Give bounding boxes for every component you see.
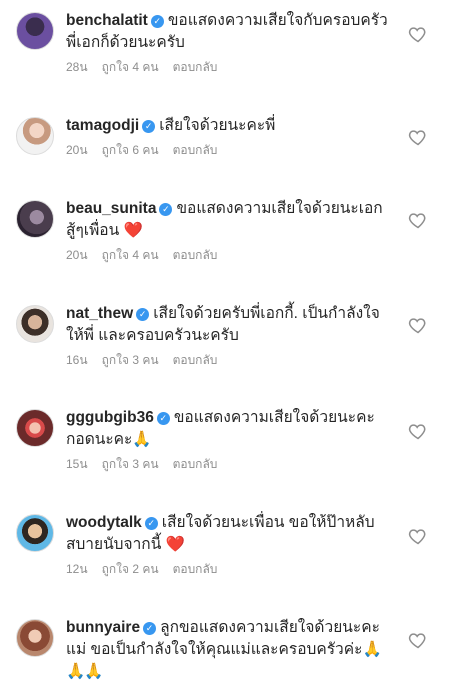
verified-badge-icon: ✓: [144, 517, 158, 530]
comment-likes[interactable]: ถูกใจ 4 คน: [102, 247, 159, 263]
verified-badge-icon: ✓: [143, 622, 157, 635]
verified-badge-icon: ✓: [156, 412, 170, 425]
like-heart-icon[interactable]: [408, 421, 430, 443]
comment-username[interactable]: woodytalk: [66, 514, 142, 531]
praying-hands-emoji-icon: 🙏: [132, 431, 151, 448]
verified-badge-icon: ✓: [150, 15, 164, 28]
comment-time: 28น: [66, 60, 88, 74]
comment-time: 20น: [66, 143, 88, 157]
like-heart-icon[interactable]: [408, 24, 430, 46]
comments-list: benchalatit ✓ ขอแสดงความเสียใจกับครอบครัวพ…: [0, 0, 452, 696]
comment-time: 12น: [66, 562, 88, 576]
avatar[interactable]: [16, 12, 54, 50]
comment-time: 16น: [66, 353, 88, 367]
comment-username[interactable]: tamagodji: [66, 117, 139, 134]
comment-username[interactable]: gggubgib36: [66, 409, 154, 426]
verified-badge-icon: ✓: [136, 308, 150, 321]
avatar[interactable]: [16, 409, 54, 447]
reply-button[interactable]: ตอบกลับ: [173, 352, 218, 368]
red-heart-emoji-icon: ❤️: [123, 222, 143, 239]
comment-likes[interactable]: ถูกใจ 3 คน: [102, 456, 159, 472]
like-heart-icon[interactable]: [408, 127, 430, 149]
comment-likes[interactable]: ถูกใจ 4 คน: [102, 59, 159, 75]
reply-button[interactable]: ตอบกลับ: [173, 456, 218, 472]
avatar[interactable]: [16, 200, 54, 238]
like-heart-icon[interactable]: [408, 210, 430, 232]
reply-button[interactable]: ตอบกลับ: [173, 59, 218, 75]
like-heart-icon[interactable]: [408, 526, 430, 548]
comment-text: เสียใจด้วยนะคะพี่: [159, 117, 276, 134]
verified-badge-icon: ✓: [142, 120, 156, 133]
avatar[interactable]: [16, 619, 54, 657]
verified-badge-icon: ✓: [159, 203, 173, 216]
avatar[interactable]: [16, 305, 54, 343]
comment-username[interactable]: beau_sunita: [66, 200, 156, 217]
comment-likes[interactable]: ถูกใจ 6 คน: [102, 142, 159, 158]
comment-likes[interactable]: ถูกใจ 2 คน: [102, 561, 159, 577]
reply-button[interactable]: ตอบกลับ: [173, 142, 218, 158]
comment-time: 20น: [66, 248, 88, 262]
comment-username[interactable]: benchalatit: [66, 12, 148, 29]
like-heart-icon[interactable]: [408, 315, 430, 337]
reply-button[interactable]: ตอบกลับ: [173, 561, 218, 577]
comment-username[interactable]: bunnyaire: [66, 619, 140, 636]
red-heart-emoji-icon: ❤️: [165, 536, 185, 553]
avatar[interactable]: [16, 514, 54, 552]
comment-time: 15น: [66, 457, 88, 471]
like-heart-icon[interactable]: [408, 630, 430, 652]
reply-button[interactable]: ตอบกลับ: [173, 247, 218, 263]
avatar[interactable]: [16, 117, 54, 155]
comment-likes[interactable]: ถูกใจ 3 คน: [102, 352, 159, 368]
comment-username[interactable]: nat_thew: [66, 305, 133, 322]
